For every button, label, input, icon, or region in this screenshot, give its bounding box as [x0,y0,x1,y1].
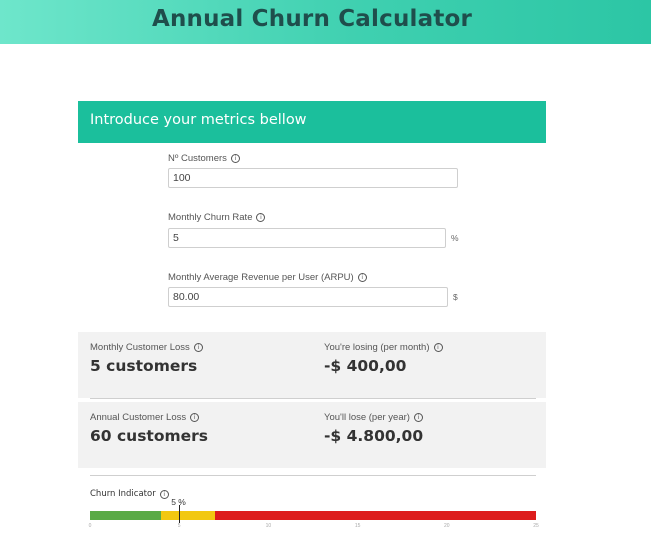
gauge-tick-label: 20 [444,523,450,529]
annual-customer-loss: Annual Customer Loss i 60 customers [90,412,208,445]
panel-title: Introduce your metrics bellow [78,101,546,143]
monthly-revenue-loss: You're losing (per month) i -$ 400,00 [324,342,443,375]
gauge-segment [90,511,162,520]
stat-label: Annual Customer Loss [90,412,187,423]
churn-rate-label: Monthly Churn Rate [168,212,253,223]
stat-label: Monthly Customer Loss [90,342,190,353]
churn-gauge [90,511,536,520]
info-icon[interactable]: i [159,489,169,499]
stat-value: 5 customers [90,357,198,375]
page-title: Annual Churn Calculator [151,6,473,32]
divider [90,398,536,399]
monthly-customer-loss: Monthly Customer Loss i 5 customers [90,342,203,375]
gauge-tick-label: 5 [177,523,181,529]
stat-value: -$ 400,00 [324,357,407,375]
arpu-input[interactable] [168,287,448,307]
header-banner: Annual Churn Calculator [0,0,651,44]
info-icon[interactable]: i [256,213,266,222]
gauge-tick-label: 25 [533,523,539,529]
dollar-unit: $ [453,292,458,302]
info-icon[interactable]: i [193,343,203,352]
stat-label: You're losing (per month) [324,342,430,353]
divider [90,475,536,476]
gauge-segment [161,511,215,520]
arpu-field-label: Monthly Average Revenue per User (ARPU) … [168,272,367,283]
customers-field-label: Nº Customers i [168,153,240,164]
arpu-label: Monthly Average Revenue per User (ARPU) [168,272,354,283]
gauge-tick-label: 10 [265,523,272,529]
indicator-title: Churn Indicator [90,489,156,499]
churn-rate-field-label: Monthly Churn Rate i [168,212,266,223]
info-icon[interactable]: i [413,413,423,422]
gauge-segment [214,511,536,520]
info-icon[interactable]: i [357,273,367,282]
churn-indicator-label: Churn Indicator i [90,489,169,499]
stat-value: 60 customers [90,427,209,445]
gauge-pointer [179,505,181,523]
info-icon[interactable]: i [230,154,240,163]
stat-value: -$ 4.800,00 [324,427,424,445]
churn-rate-input[interactable] [168,228,446,248]
info-icon[interactable]: i [190,413,200,422]
gauge-tick-label: 15 [354,523,361,529]
metrics-panel: Introduce your metrics bellow [78,101,546,143]
gauge-pointer-label: 5 % [171,497,186,507]
customers-label: Nº Customers [168,153,227,164]
stat-label: You'll lose (per year) [324,412,410,423]
annual-revenue-loss: You'll lose (per year) i -$ 4.800,00 [324,412,423,445]
customers-input[interactable] [168,168,458,188]
gauge-tick-label: 0 [88,523,92,529]
percent-unit: % [451,233,459,243]
info-icon[interactable]: i [433,343,443,352]
